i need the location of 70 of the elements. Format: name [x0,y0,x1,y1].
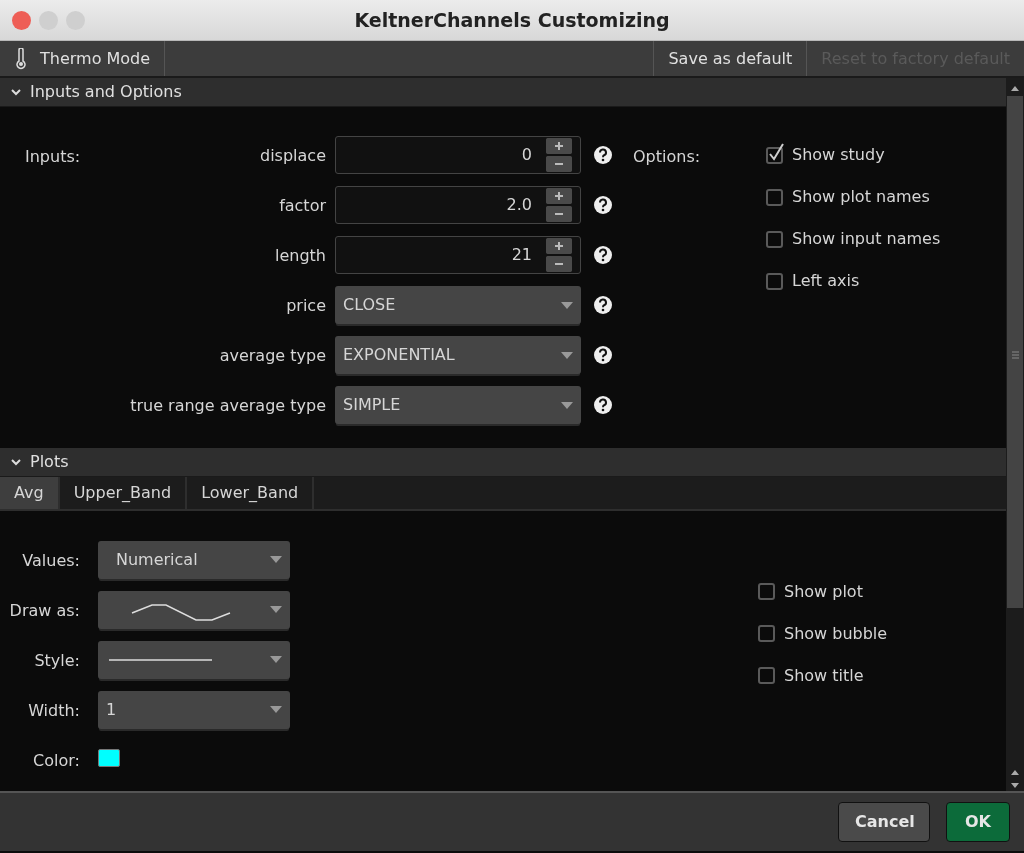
checkbox-label: Left axis [792,270,860,293]
checkbox-label: Show bubble [784,623,888,645]
dropdown[interactable]: SIMPLE [335,386,581,425]
plot-tab[interactable]: Avg [0,477,60,509]
help-icon[interactable] [593,395,613,416]
setting-label: Values: [21,550,81,572]
setting-label: Width: [27,700,81,722]
decrement-button[interactable] [546,156,572,173]
checkbox-label: Show title [784,665,864,687]
dropdown[interactable]: CLOSE [335,286,581,325]
section-title: Plots [30,450,69,473]
input-label: length [275,246,326,266]
caret-icon [270,706,282,714]
caret-icon [270,606,282,614]
checkbox[interactable] [766,272,783,290]
dropdown[interactable] [98,591,290,629]
setting-label: Draw as: [8,600,81,622]
window-controls-icon[interactable] [12,11,85,30]
thermometer-icon [14,47,28,70]
help-icon[interactable] [593,345,613,366]
number-field[interactable]: 2.0 [335,186,581,225]
input-label: price [286,296,326,316]
help-icon[interactable] [593,195,613,216]
input-label: true range average type [130,396,326,416]
dropdown[interactable] [98,641,290,679]
checkbox[interactable] [758,625,775,643]
caret-icon [561,401,573,409]
checkbox[interactable] [766,188,783,206]
toolbar-button[interactable]: Save as default [653,41,807,76]
checkbox-label: Show plot [784,581,863,603]
cancel-button[interactable]: Cancel [838,802,930,842]
help-icon[interactable] [593,295,613,316]
checkbox-label: Show input names [792,228,941,251]
section-header[interactable]: Plots [0,447,1006,477]
section-title: Inputs and Options [30,81,182,104]
input-label: displace [260,146,326,166]
dropdown[interactable]: EXPONENTIAL [335,336,581,375]
number-field[interactable]: 21 [335,236,581,275]
caret-icon [270,556,282,564]
checkbox[interactable] [758,583,775,601]
thermo-mode-button[interactable]: Thermo Mode [0,41,166,76]
dropdown[interactable]: 1 [98,691,290,729]
checkbox-label: Show plot names [792,186,930,209]
input-label: average type [219,346,326,366]
setting-label: Color: [32,750,81,772]
setting-label: Style: [33,650,81,672]
decrement-button[interactable] [546,256,572,273]
checkbox[interactable] [758,667,775,685]
increment-button[interactable] [546,238,572,255]
checkbox[interactable] [766,146,783,164]
section-label: Inputs: [25,146,81,169]
increment-button[interactable] [546,188,572,205]
section-label: Options: [633,146,702,169]
checkbox[interactable] [766,230,783,248]
ok-button[interactable]: OK [946,802,1010,842]
caret-icon [561,301,573,309]
window-title: KeltnerChannels Customizing [354,7,670,33]
dropdown[interactable]: Numerical [98,541,290,579]
decrement-button[interactable] [546,206,572,223]
checkbox-label: Show study [792,144,885,167]
caret-icon [561,351,573,359]
number-field[interactable]: 0 [335,136,581,175]
solid-line-icon [108,658,214,662]
caret-icon [270,656,282,664]
increment-button[interactable] [546,138,572,155]
help-icon[interactable] [593,245,613,266]
input-label: factor [279,196,326,216]
section-header[interactable]: Inputs and Options [0,78,1006,108]
color-swatch[interactable] [98,749,120,767]
help-icon[interactable] [593,145,613,166]
